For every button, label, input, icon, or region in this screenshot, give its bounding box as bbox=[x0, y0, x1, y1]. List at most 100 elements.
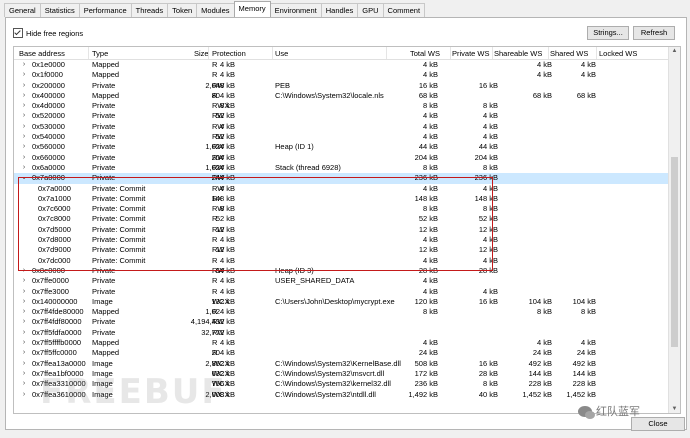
chevron-right-icon[interactable]: › bbox=[20, 287, 28, 297]
chevron-right-icon[interactable]: › bbox=[20, 359, 28, 369]
column-size[interactable]: Size bbox=[194, 49, 209, 58]
table-row[interactable]: › 0x520000 Private 52 kB RW 4 kB 4 kB bbox=[14, 111, 668, 121]
cell-total-ws: 8 kB bbox=[422, 162, 438, 172]
column-base-address[interactable]: Base address bbox=[19, 49, 65, 58]
refresh-button[interactable]: Refresh bbox=[633, 26, 675, 40]
tab-performance[interactable]: Performance bbox=[78, 3, 132, 17]
table-row[interactable]: › 0x4d0000 Private 8 kB RWX 8 kB 8 kB bbox=[14, 101, 668, 111]
column-locked-ws[interactable]: Locked WS bbox=[599, 49, 637, 58]
cell-base-address: 0x540000 bbox=[32, 132, 65, 142]
cell-type: Mapped bbox=[92, 307, 120, 317]
chevron-right-icon[interactable]: › bbox=[20, 60, 28, 70]
chevron-right-icon[interactable]: › bbox=[20, 348, 28, 358]
close-button[interactable]: Close bbox=[631, 417, 685, 431]
tab-threads[interactable]: Threads bbox=[130, 3, 169, 17]
cell-type: Private bbox=[92, 327, 116, 337]
chevron-right-icon[interactable]: › bbox=[20, 317, 28, 327]
cell-type: Mapped bbox=[92, 60, 120, 69]
chevron-right-icon[interactable]: › bbox=[20, 163, 28, 173]
cell-private-ws: 40 kB bbox=[478, 389, 498, 399]
hide-free-regions-checkbox[interactable]: Hide free regions bbox=[13, 28, 83, 38]
cell-total-ws: 8 kB bbox=[422, 101, 438, 111]
table-row[interactable]: › 0x660000 Private 204 kB RW 204 kB 204 kB bbox=[14, 153, 668, 163]
table-row[interactable]: › 0x6a0000 Private 1,024 kB RW Stack (thread … bbox=[14, 163, 668, 173]
scroll-up-icon[interactable]: ▲ bbox=[669, 48, 680, 54]
table-row[interactable]: › 0x200000 Private 2,048 kB RW PEB 16 kB 16 kB bbox=[14, 81, 668, 91]
chevron-right-icon[interactable]: › bbox=[20, 70, 28, 80]
column-divider[interactable] bbox=[272, 47, 273, 59]
chevron-right-icon[interactable]: › bbox=[20, 390, 28, 400]
column-divider[interactable] bbox=[208, 47, 209, 59]
tab-modules[interactable]: Modules bbox=[196, 3, 235, 17]
tab-token[interactable]: Token bbox=[167, 3, 198, 17]
cell-protection: RW bbox=[212, 162, 225, 172]
table-row[interactable]: › 0x140000000 Image 132 kB WCX C:\Users\John\… bbox=[14, 297, 668, 307]
table-row[interactable]: › 0x7ff5fdfa0000 Private 32,772 kB RW bbox=[14, 328, 668, 338]
column-divider[interactable] bbox=[386, 47, 387, 59]
cell-total-ws: 8 kB bbox=[422, 307, 438, 317]
column-use[interactable]: Use bbox=[275, 49, 288, 58]
cell-type: Private bbox=[92, 111, 116, 121]
chevron-right-icon[interactable]: › bbox=[20, 122, 28, 132]
cell-total-ws: 44 kB bbox=[418, 142, 438, 152]
chevron-right-icon[interactable]: › bbox=[20, 132, 28, 142]
column-shared-ws[interactable]: Shared WS bbox=[550, 49, 588, 58]
vertical-scrollbar[interactable]: ▲ ▼ bbox=[668, 47, 680, 413]
chevron-right-icon[interactable]: › bbox=[20, 338, 28, 348]
column-private-ws[interactable]: Private WS bbox=[452, 49, 490, 58]
tab-environment[interactable]: Environment bbox=[269, 3, 322, 17]
column-divider[interactable] bbox=[492, 47, 493, 59]
chevron-right-icon[interactable]: › bbox=[20, 91, 28, 101]
scrollbar-thumb[interactable] bbox=[671, 157, 678, 347]
table-row[interactable]: › 0x7ffe3000 Private 4 kB R 4 kB 4 kB bbox=[14, 287, 668, 297]
column-divider[interactable] bbox=[450, 47, 451, 59]
tab-gpu[interactable]: GPU bbox=[357, 3, 384, 17]
chevron-right-icon[interactable]: › bbox=[20, 307, 28, 317]
table-row[interactable]: › 0x7ff4fde80000 Mapped 1,024 kB R 8 kB 8 kB 8 … bbox=[14, 307, 668, 317]
table-row[interactable]: › 0x7ff4fdf80000 Private 4,194,432 kB RW bbox=[14, 317, 668, 327]
chevron-right-icon[interactable]: › bbox=[20, 153, 28, 163]
column-shareable-ws[interactable]: Shareable WS bbox=[494, 49, 542, 58]
column-divider[interactable] bbox=[548, 47, 549, 59]
tab-comment[interactable]: Comment bbox=[382, 3, 426, 17]
table-row[interactable]: › 0x530000 Private 4 kB RW 4 kB 4 kB bbox=[14, 122, 668, 132]
table-row[interactable]: › 0x7ff5ffffb0000 Mapped 4 kB R 4 kB 4 kB 4 kB bbox=[14, 338, 668, 348]
column-divider[interactable] bbox=[88, 47, 89, 59]
table-row[interactable]: › 0x7ffea13a0000 Image 2,852 kB WCX C:\Window… bbox=[14, 359, 668, 369]
table-row[interactable]: › 0x1f0000 Mapped 4 kB R 4 kB 4 kB 4 kB bbox=[14, 70, 668, 80]
tab-statistics[interactable]: Statistics bbox=[39, 3, 80, 17]
chevron-right-icon[interactable]: › bbox=[20, 379, 28, 389]
chevron-right-icon[interactable]: › bbox=[20, 111, 28, 121]
table-row[interactable]: › 0x400000 Mapped 804 kB R C:\Windows\System3… bbox=[14, 91, 668, 101]
column-divider[interactable] bbox=[596, 47, 597, 59]
cell-total-ws: 4 kB bbox=[422, 338, 438, 348]
cell-total-ws: 120 kB bbox=[414, 296, 438, 306]
chevron-right-icon[interactable]: › bbox=[20, 81, 28, 91]
scroll-down-icon[interactable]: ▼ bbox=[669, 406, 680, 412]
cell-base-address: 0x7ff4fdf80000 bbox=[32, 317, 82, 327]
cell-size: 4 kB bbox=[219, 60, 235, 69]
cell-shared-ws: 228 kB bbox=[572, 379, 596, 389]
table-row[interactable]: › 0x560000 Private 1,024 kB RW Heap (ID 1) 44 … bbox=[14, 142, 668, 152]
cell-total-ws: 4 kB bbox=[422, 276, 438, 286]
checkbox-checked-icon[interactable] bbox=[13, 28, 23, 38]
column-protection[interactable]: Protection bbox=[212, 49, 246, 58]
tab-general[interactable]: General bbox=[4, 3, 41, 17]
chevron-right-icon[interactable]: › bbox=[20, 328, 28, 338]
tab-memory[interactable]: Memory bbox=[233, 1, 271, 17]
chevron-right-icon[interactable]: › bbox=[20, 369, 28, 379]
chevron-right-icon[interactable]: › bbox=[20, 142, 28, 152]
tab-handles[interactable]: Handles bbox=[320, 3, 359, 17]
chevron-right-icon[interactable]: › bbox=[20, 101, 28, 111]
table-row[interactable]: › 0x7ff5ffc0000 Mapped 204 kB R 24 kB 24 kB 24 … bbox=[14, 348, 668, 358]
table-row[interactable]: › 0x540000 Private 52 kB RW 4 kB 4 kB bbox=[14, 132, 668, 142]
cell-use: Heap (ID 1) bbox=[275, 142, 314, 152]
column-total-ws[interactable]: Total WS bbox=[410, 49, 440, 58]
table-row[interactable]: › 0x1e0000 Mapped 4 kB R 4 kB 4 kB 4 kB bbox=[14, 60, 668, 70]
chevron-right-icon[interactable]: › bbox=[20, 276, 28, 286]
strings-button[interactable]: Strings... bbox=[587, 26, 629, 40]
memory-regions-list[interactable]: Base address Type Size Protection Use To… bbox=[13, 46, 681, 414]
table-row[interactable]: › 0x7ffe0000 Private 4 kB R USER_SHARED_DATA 4… bbox=[14, 276, 668, 286]
chevron-right-icon[interactable]: › bbox=[20, 297, 28, 307]
column-type[interactable]: Type bbox=[92, 49, 108, 58]
